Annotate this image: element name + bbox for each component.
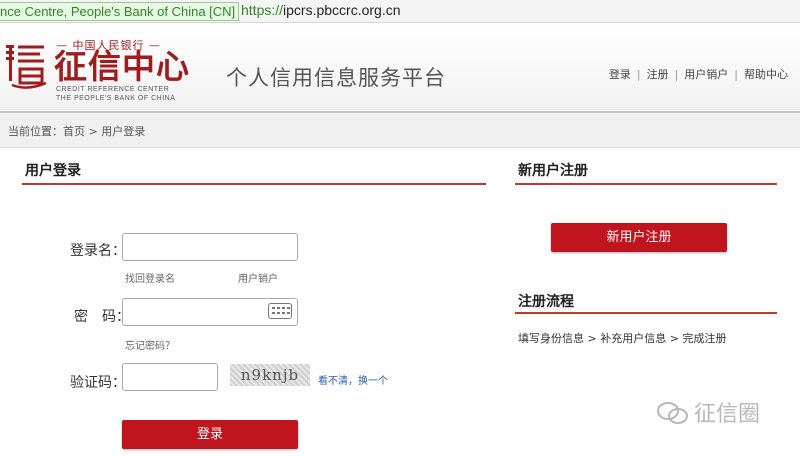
logo-english-line-1: CREDIT REFERENCE CENTER [56, 86, 170, 93]
credit-center-logo-icon [6, 45, 47, 89]
username-input[interactable] [122, 233, 298, 261]
login-title-divider [22, 183, 486, 185]
captcha-label: 验证码： [70, 375, 126, 391]
cancel-user-link[interactable]: 用户销户 [238, 270, 278, 285]
url-text[interactable]: https://ipcrs.pbccrc.org.cn [241, 2, 401, 19]
breadcrumb-text: 当前位置：首页 > 用户登录 [8, 125, 146, 138]
logo-english-line-2: THE PEOPLE'S BANK OF CHINA [56, 95, 176, 102]
login-title: 用户登录 [25, 163, 81, 179]
register-title: 新用户注册 [518, 163, 588, 179]
nav-cancel-account-link[interactable]: 用户销户 [684, 68, 728, 81]
nav-help-link[interactable]: 帮助中心 [744, 68, 788, 81]
nav-separator: | [674, 68, 679, 81]
nav-register-link[interactable]: 注册 [647, 68, 669, 81]
new-user-register-button[interactable]: 新用户注册 [551, 223, 727, 252]
site-header: — 中国人民银行 — 征信中心 CREDIT REFERENCE CENTER … [0, 23, 800, 113]
soft-keyboard-icon[interactable] [268, 303, 292, 319]
register-flow-steps: 填写身份信息 > 补充用户信息 > 完成注册 [518, 332, 727, 345]
captcha-image[interactable]: n9knjb [230, 364, 310, 386]
top-nav: 登录 | 注册 | 用户销户 | 帮助中心 [609, 66, 788, 82]
flow-title: 注册流程 [518, 294, 574, 310]
forgot-password-link[interactable]: 忘记密码？ [125, 337, 175, 352]
register-title-divider [515, 183, 777, 185]
nav-login-link[interactable]: 登录 [609, 68, 631, 81]
url-host: ipcrs.pbccrc.org.cn [283, 2, 401, 18]
login-button[interactable]: 登录 [122, 420, 298, 449]
nav-separator: | [734, 68, 738, 81]
url-scheme: https:// [241, 2, 284, 18]
captcha-input[interactable] [122, 363, 218, 391]
username-label: 登录名： [70, 243, 126, 259]
nav-separator: | [636, 68, 641, 81]
address-bar[interactable]: nce Centre, People's Bank of China [CN] … [0, 0, 800, 23]
logo-main-text: 征信中心 [54, 47, 190, 86]
platform-title: 个人信用信息服务平台 [226, 66, 446, 90]
find-username-link[interactable]: 找回登录名 [125, 270, 175, 285]
certificate-label[interactable]: nce Centre, People's Bank of China [CN] [0, 2, 240, 21]
flow-title-divider [515, 312, 777, 314]
breadcrumb: 当前位置：首页 > 用户登录 [0, 113, 800, 148]
wechat-icon [657, 402, 688, 424]
watermark-text: 征信圈 [694, 402, 761, 427]
refresh-captcha-link[interactable]: 看不清，换一个 [318, 372, 388, 387]
